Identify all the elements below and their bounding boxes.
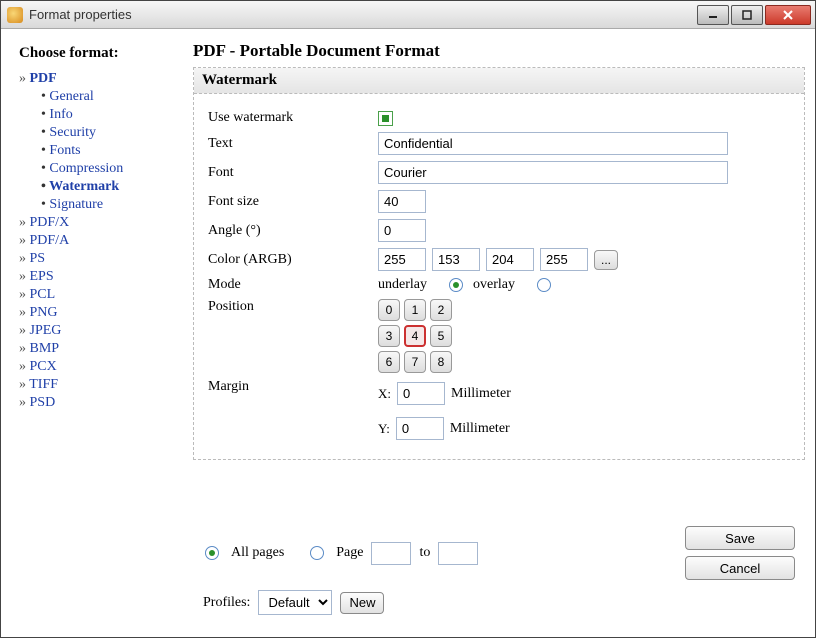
position-3-button[interactable]: 3 <box>378 325 400 347</box>
label-use-watermark: Use watermark <box>208 110 378 126</box>
maximize-button[interactable] <box>731 5 763 25</box>
page-from-input[interactable] <box>371 542 411 565</box>
color-picker-button[interactable]: ... <box>594 250 618 270</box>
sidebar-item-jpeg[interactable]: JPEG <box>19 322 179 340</box>
page-title: PDF - Portable Document Format <box>193 41 805 61</box>
all-pages-radio[interactable] <box>205 546 219 560</box>
position-1-button[interactable]: 1 <box>404 299 426 321</box>
titlebar: Format properties <box>1 1 815 29</box>
format-sidebar: Choose format: PDF General Info Security… <box>11 39 183 627</box>
mode-overlay-label: overlay <box>473 277 515 293</box>
mode-overlay-radio[interactable] <box>537 278 551 292</box>
label-mode: Mode <box>208 277 378 293</box>
color-r-input[interactable] <box>432 248 480 271</box>
sidebar-item-pcx[interactable]: PCX <box>19 358 179 376</box>
margin-y-label: Y: <box>378 421 390 437</box>
position-2-button[interactable]: 2 <box>430 299 452 321</box>
page-range-radio[interactable] <box>310 546 324 560</box>
maximize-icon <box>742 10 752 20</box>
angle-input[interactable] <box>378 219 426 242</box>
main-panel: PDF - Portable Document Format Watermark… <box>193 39 805 627</box>
sidebar-item-compression[interactable]: Compression <box>41 160 179 178</box>
margin-x-label: X: <box>378 386 391 402</box>
mode-underlay-radio[interactable] <box>449 278 463 292</box>
close-button[interactable] <box>765 5 811 25</box>
position-4-button[interactable]: 4 <box>404 325 426 347</box>
sidebar-item-png[interactable]: PNG <box>19 304 179 322</box>
sidebar-item-eps[interactable]: EPS <box>19 268 179 286</box>
position-5-button[interactable]: 5 <box>430 325 452 347</box>
sidebar-item-bmp[interactable]: BMP <box>19 340 179 358</box>
new-profile-button[interactable]: New <box>340 592 384 614</box>
section-title: Watermark <box>194 68 804 94</box>
sidebar-item-general[interactable]: General <box>41 88 179 106</box>
sidebar-item-psd[interactable]: PSD <box>19 394 179 412</box>
position-0-button[interactable]: 0 <box>378 299 400 321</box>
sidebar-heading: Choose format: <box>19 45 179 62</box>
color-b-input[interactable] <box>540 248 588 271</box>
sidebar-item-pdfa[interactable]: PDF/A <box>19 232 179 250</box>
position-8-button[interactable]: 8 <box>430 351 452 373</box>
cancel-button[interactable]: Cancel <box>685 556 795 580</box>
sidebar-item-info[interactable]: Info <box>41 106 179 124</box>
sidebar-item-watermark[interactable]: Watermark <box>41 178 179 196</box>
all-pages-label: All pages <box>231 545 284 561</box>
page-to-input[interactable] <box>438 542 478 565</box>
page-label: Page <box>336 545 363 561</box>
font-size-input[interactable] <box>378 190 426 213</box>
watermark-text-input[interactable] <box>378 132 728 155</box>
label-font-size: Font size <box>208 194 378 210</box>
sidebar-item-security[interactable]: Security <box>41 124 179 142</box>
save-button[interactable]: Save <box>685 526 795 550</box>
format-properties-window: Format properties Choose format: PDF Gen… <box>0 0 816 638</box>
window-title: Format properties <box>29 7 695 22</box>
sidebar-item-signature[interactable]: Signature <box>41 196 179 214</box>
sidebar-item-ps[interactable]: PS <box>19 250 179 268</box>
sidebar-item-fonts[interactable]: Fonts <box>41 142 179 160</box>
label-position: Position <box>208 299 378 315</box>
label-font: Font <box>208 165 378 181</box>
watermark-section: Watermark Use watermark Text <box>193 67 805 460</box>
close-icon <box>782 9 794 21</box>
sidebar-item-tiff[interactable]: TIFF <box>19 376 179 394</box>
profiles-label: Profiles: <box>203 595 250 611</box>
sidebar-item-pdf[interactable]: PDF <box>19 70 179 88</box>
color-a-input[interactable] <box>378 248 426 271</box>
position-7-button[interactable]: 7 <box>404 351 426 373</box>
watermark-font-input[interactable] <box>378 161 728 184</box>
app-icon <box>7 7 23 23</box>
profiles-select[interactable]: Default <box>258 590 332 615</box>
sidebar-item-pdfx[interactable]: PDF/X <box>19 214 179 232</box>
position-6-button[interactable]: 6 <box>378 351 400 373</box>
minimize-icon <box>708 10 718 20</box>
margin-y-input[interactable] <box>396 417 444 440</box>
position-grid: 0 1 2 3 4 5 6 <box>378 299 452 373</box>
sidebar-item-pcl[interactable]: PCL <box>19 286 179 304</box>
use-watermark-checkbox[interactable] <box>378 111 393 126</box>
label-margin: Margin <box>208 379 378 395</box>
footer: All pages Page to Save Cancel Profiles: <box>193 520 805 627</box>
label-color: Color (ARGB) <box>208 252 378 268</box>
color-g-input[interactable] <box>486 248 534 271</box>
mode-underlay-label: underlay <box>378 277 427 293</box>
label-text: Text <box>208 136 378 152</box>
margin-x-input[interactable] <box>397 382 445 405</box>
margin-x-unit: Millimeter <box>451 386 511 402</box>
to-label: to <box>419 545 430 561</box>
label-angle: Angle (°) <box>208 223 378 239</box>
margin-y-unit: Millimeter <box>450 421 510 437</box>
minimize-button[interactable] <box>697 5 729 25</box>
